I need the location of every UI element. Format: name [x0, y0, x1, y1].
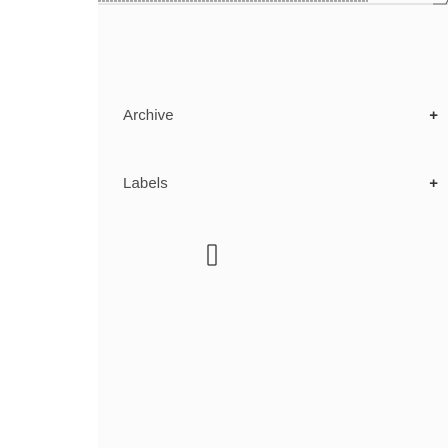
add-archive-plus-icon[interactable]: + [429, 108, 438, 123]
page: Archive + Labels + [0, 0, 448, 448]
text-cursor-icon [207, 244, 217, 266]
section-archive-label: Archive [123, 106, 174, 124]
sidebar-panel [98, 0, 448, 448]
section-labels-label: Labels [123, 174, 168, 192]
section-archive[interactable]: Archive + [98, 86, 448, 144]
top-edge-divider [98, 0, 448, 10]
add-label-plus-icon[interactable]: + [429, 176, 438, 191]
section-labels[interactable]: Labels + [98, 154, 448, 212]
